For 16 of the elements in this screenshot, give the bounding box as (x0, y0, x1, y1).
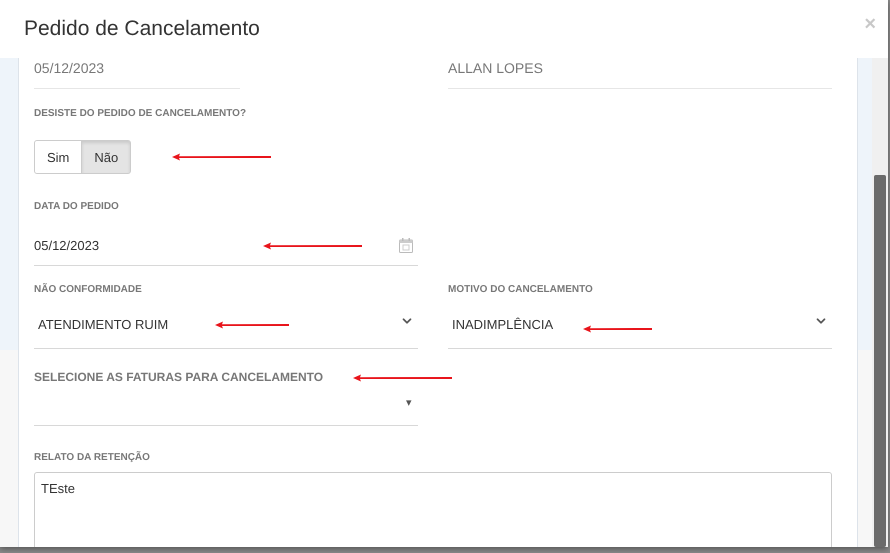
section-heading: SELECIONE AS FATURAS PARA CANCELAMENTO (34, 370, 324, 384)
calendar-icon (399, 238, 413, 253)
summary-value: ALLAN LOPES (448, 58, 832, 89)
field-label: DESISTE DO PEDIDO DE CANCELAMENTO? (34, 107, 248, 121)
text-area[interactable]: TEste (34, 472, 832, 547)
field-label: RELATO DA RETENÇÃO (34, 451, 151, 465)
field-label: NÃO CONFORMIDADE (34, 283, 143, 297)
toggle-option[interactable]: Não (81, 140, 132, 174)
scrollbar[interactable] (872, 58, 888, 547)
summary-value: 05/12/2023 (34, 58, 240, 89)
toggle-option[interactable]: Sim (34, 140, 82, 174)
invoice-select[interactable]: ▾ (34, 384, 418, 426)
field-label: DATA DO PEDIDO (34, 200, 120, 214)
field-label: MOTIVO DO CANCELAMENTO (448, 283, 594, 297)
arrow-annotation (582, 325, 652, 333)
modal-title: Pedido de Cancelamento (24, 17, 260, 41)
